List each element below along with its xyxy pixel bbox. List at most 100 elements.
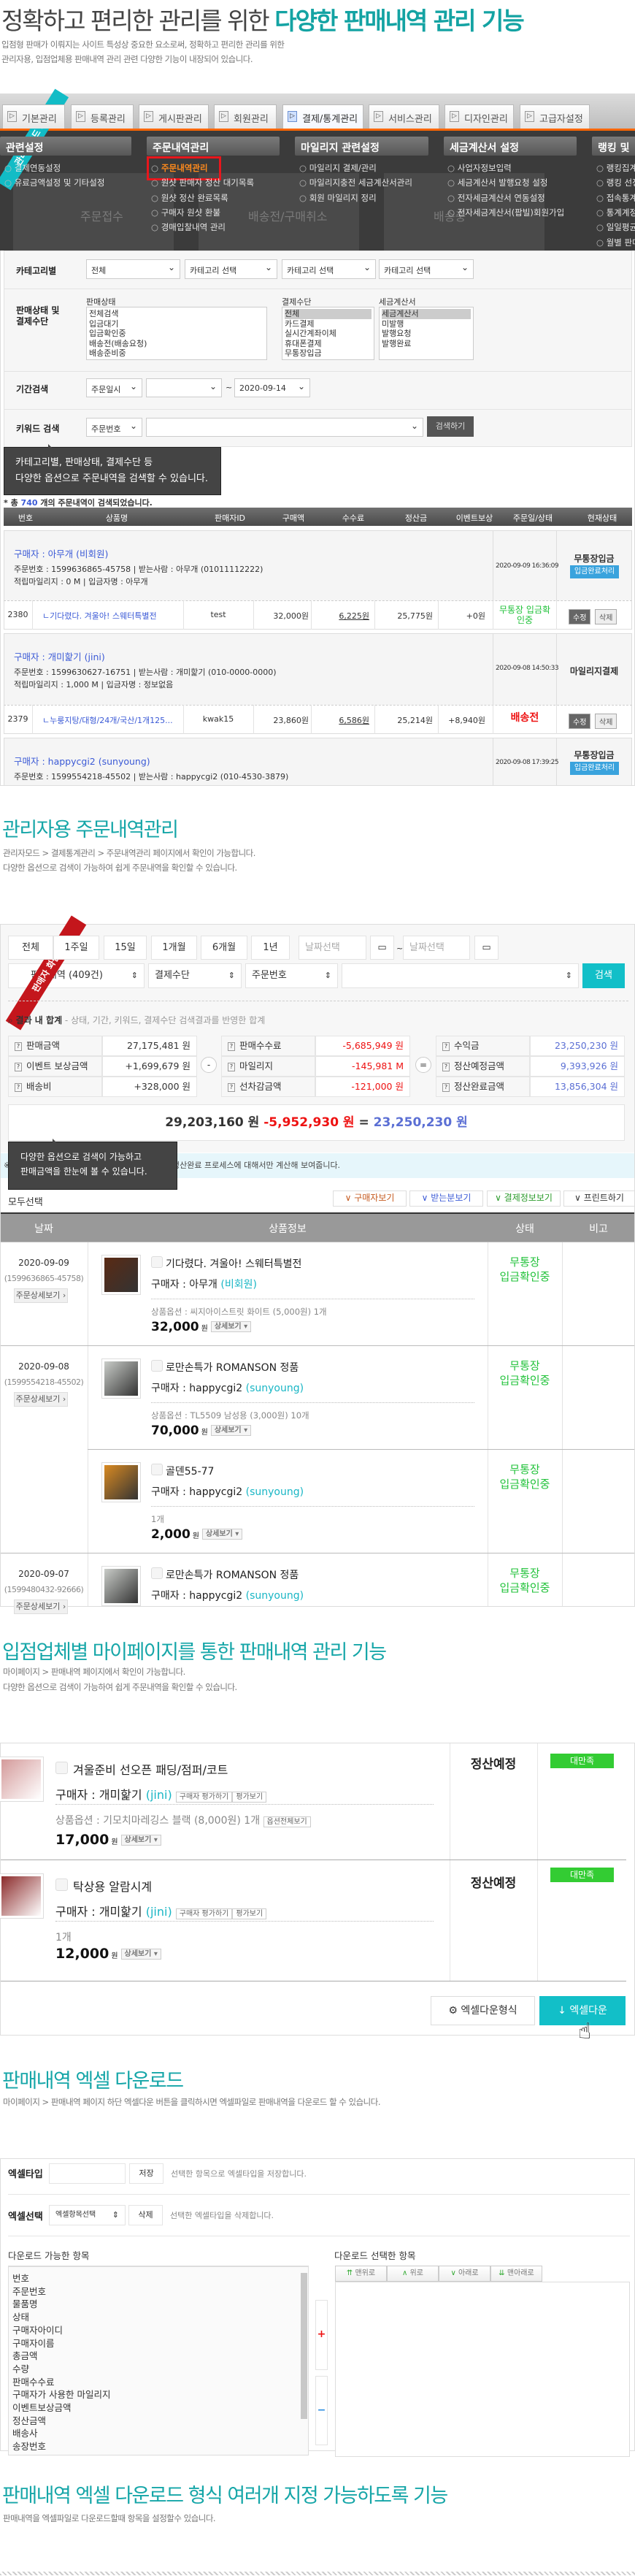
edit-button[interactable]: 수정 [569, 609, 591, 624]
period-button-0[interactable]: 전체 [8, 936, 53, 960]
item-checkbox[interactable] [151, 1567, 163, 1579]
excel-format-button[interactable]: ⚙ 엑셀다운형식 [431, 1996, 535, 2025]
save-button[interactable]: 저장 [129, 2163, 163, 2184]
product-thumbnail[interactable] [101, 1255, 141, 1295]
category-select-2[interactable]: 카테고리 선택 [185, 259, 277, 279]
menu-header[interactable]: 주문내역관리 [147, 137, 280, 156]
available-field-option[interactable]: 구매자아이디 [12, 2324, 304, 2337]
menu-item[interactable]: 유료금액설정 및 기타설정 [4, 175, 105, 190]
print-button[interactable]: ∨ 프린트하기 [563, 1190, 635, 1207]
help-icon[interactable]: ? [15, 1042, 22, 1051]
menu-item[interactable]: 월별 판매 [596, 235, 635, 250]
tab-7[interactable]: ▷ 디자인관리 [445, 104, 514, 129]
keyword-type-select[interactable]: 주문번호 [245, 963, 338, 988]
available-field-option[interactable]: 물품명 [12, 2298, 304, 2311]
tab-3[interactable]: ▷ 게시판관리 [139, 104, 209, 129]
scrollbar[interactable] [301, 2273, 307, 2419]
delete-button[interactable]: 삭제 [128, 2205, 163, 2225]
help-icon[interactable]: ? [442, 1083, 450, 1092]
period-button-3[interactable]: 1개월 [151, 936, 197, 960]
listbox-option[interactable]: 휴대폰결제 [285, 339, 372, 349]
buyer-name[interactable]: 구매자 : happycgi2 (sunyoung) [14, 754, 150, 768]
view-rating-button[interactable]: 평가보기 [232, 1792, 267, 1803]
available-field-option[interactable]: 수량 [12, 2363, 304, 2376]
tab-1[interactable]: ▷ 기본관리 [2, 104, 65, 129]
available-field-option[interactable]: 배송사 [12, 2427, 304, 2440]
view-payment-button[interactable]: ∨ 결제정보보기 [487, 1190, 561, 1207]
menu-item[interactable]: 주문내역관리 [151, 161, 207, 175]
payment-listbox[interactable]: 전체 카드결제 실시간계좌이체 휴대폰결제 무통장입금 [282, 307, 374, 360]
date-to-input[interactable]: 날짜선택 [403, 936, 470, 960]
category-select-3[interactable]: 카테고리 선택 [282, 259, 376, 279]
status-listbox[interactable]: 전체검색 입금대기 입금확인중 배송전(배송요청) 배송준비중 [86, 307, 267, 360]
product-thumbnail[interactable] [0, 1873, 44, 1919]
item-checkbox[interactable] [151, 1256, 163, 1268]
period-button-5[interactable]: 1년 [251, 936, 290, 960]
menu-item[interactable]: 일일평균 [596, 220, 635, 234]
category-select-1[interactable]: 전체 [86, 259, 180, 279]
selected-fields-listbox[interactable] [335, 2282, 630, 2457]
date-to-input[interactable]: 2020-09-14 [234, 378, 310, 397]
all-options-button[interactable]: 옵션전체보기 [263, 1816, 311, 1827]
menu-item[interactable]: 마일리지 결제/관리 [299, 161, 377, 175]
menu-header[interactable]: 마일리지 관련설정 [295, 137, 428, 156]
order-button-3[interactable]: ⇊ 맨아래로 [490, 2266, 542, 2282]
help-icon[interactable]: ? [442, 1042, 450, 1051]
period-select[interactable]: 주문일시 [86, 378, 142, 397]
payment-select[interactable]: 결제수단 [148, 963, 242, 988]
item-name-link[interactable]: ㄴ기다렸다. 겨울아! 스웨터특별전 [42, 610, 157, 622]
menu-item[interactable]: 랭킹 선정 [596, 175, 635, 190]
excel-type-input[interactable] [49, 2163, 126, 2184]
help-icon[interactable]: ? [228, 1042, 235, 1051]
help-icon[interactable]: ? [442, 1063, 450, 1071]
confirm-payment-button[interactable]: 입금완료처리 [570, 565, 619, 578]
menu-item[interactable]: 전자세금계산서(팝빌)회원가입 [447, 205, 565, 220]
menu-item[interactable]: 구매자 원샷 환불 [151, 205, 220, 220]
available-field-option[interactable]: 판매수수료 [12, 2376, 304, 2389]
detail-button[interactable]: 상세보기 ▾ [120, 1949, 161, 1960]
item-checkbox[interactable] [55, 1762, 68, 1774]
menu-item[interactable]: 전자세금계산서 연동설정 [447, 191, 545, 205]
menu-item[interactable]: 경매입찰내역 관리 [151, 220, 226, 234]
search-button[interactable]: 검색하기 [427, 416, 474, 437]
listbox-option[interactable]: 배송준비중 [89, 348, 264, 359]
listbox-option[interactable]: 세금계산서 [382, 309, 471, 319]
listbox-option[interactable]: 미발행 [382, 319, 471, 329]
menu-item[interactable]: 마일리지충전 세금계산서관리 [299, 175, 412, 190]
available-field-option[interactable]: 이벤트보상금액 [12, 2401, 304, 2415]
listbox-option[interactable]: 실시간계좌이체 [285, 329, 372, 339]
available-field-option[interactable]: 정산금액 [12, 2415, 304, 2428]
menu-header[interactable]: 랭킹 및 [592, 137, 635, 156]
listbox-option[interactable]: 무통장입금 [285, 348, 372, 359]
menu-header[interactable]: 세금계산서 설정 [444, 137, 577, 156]
keyword-input[interactable] [342, 963, 579, 988]
available-field-option[interactable]: 구매자이름 [12, 2337, 304, 2350]
listbox-option[interactable]: 카드결제 [285, 319, 372, 329]
tab-5[interactable]: ▷ 결제/통계관리 [282, 104, 363, 129]
listbox-option[interactable]: 전체검색 [89, 309, 264, 319]
listbox-option[interactable]: 배송전(배송요청) [89, 339, 264, 349]
help-icon[interactable]: ? [228, 1083, 235, 1092]
order-button-1[interactable]: ∧ 위로 [387, 2266, 439, 2282]
category-select-4[interactable]: 카테고리 선택 [379, 259, 474, 279]
search-button[interactable]: 검색 [582, 963, 625, 988]
item-checkbox[interactable] [151, 1360, 163, 1372]
rate-buyer-button[interactable]: 구매자 평가하기 [175, 1792, 233, 1803]
select-all-checkbox[interactable]: 모두선택 [8, 1194, 43, 1208]
delete-button[interactable]: 삭제 [595, 609, 617, 624]
product-thumbnail[interactable] [101, 1462, 141, 1502]
view-rating-button[interactable]: 평가보기 [232, 1908, 267, 1919]
fee-link[interactable]: 6,586원 [311, 714, 369, 726]
buyer-name[interactable]: 구매자 : 아무개 (비회원) [14, 546, 108, 560]
listbox-option[interactable]: 발행요청 [382, 329, 471, 339]
view-recipient-button[interactable]: ∨ 받는분보기 [409, 1190, 483, 1207]
detail-button[interactable]: 상세보기 ▾ [201, 1529, 243, 1540]
detail-button[interactable]: 상세보기 ▾ [210, 1321, 252, 1332]
available-field-option[interactable]: 상태 [12, 2311, 304, 2324]
menu-item[interactable]: 접속통계 [596, 191, 635, 205]
menu-header[interactable]: 관련설정 [0, 137, 131, 156]
excel-type-select[interactable]: 엑셀항목선택 [49, 2205, 126, 2225]
add-field-button[interactable]: + [315, 2300, 328, 2370]
buyer-name[interactable]: 구매자 : 개미핥기 (jini) [14, 649, 105, 663]
menu-item[interactable]: 회원 마일리지 정리 [299, 191, 377, 205]
